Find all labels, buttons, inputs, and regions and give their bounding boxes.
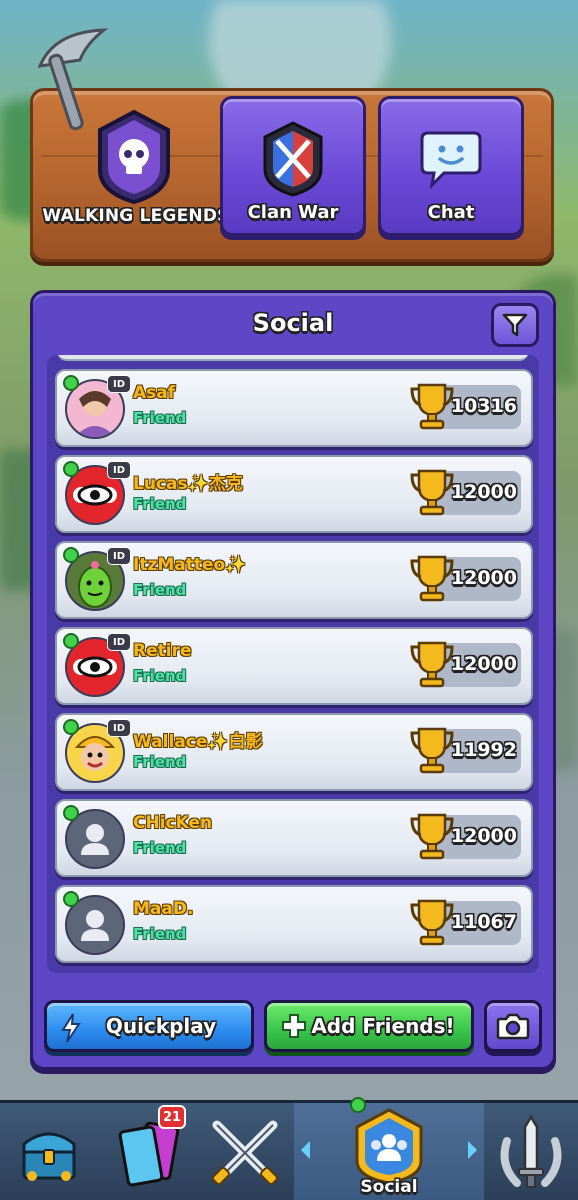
quickplay-label: Quickplay: [105, 1014, 217, 1038]
trophy-icon: [410, 469, 454, 516]
filter-funnel-icon: [502, 313, 528, 337]
trophy-icon: [410, 899, 454, 946]
trophy-count: 12000: [450, 567, 517, 589]
friend-row[interactable]: ID Retire Friend 12000: [55, 627, 533, 705]
add-friends-label: Add Friends!: [311, 1014, 455, 1038]
plus-icon: [282, 1014, 306, 1038]
social-panel: Social ID Asaf Friend 10316 ID Lucas✨杰克 …: [30, 290, 556, 1070]
id-tag: ID: [107, 375, 131, 393]
player-name: Wallace✨白影: [133, 732, 263, 752]
id-tag: ID: [107, 719, 131, 737]
panel-title: Social: [252, 309, 334, 337]
friend-row[interactable]: CHicKen Friend 12000: [55, 799, 533, 877]
trophy-count: 11067: [450, 911, 517, 933]
player-name: CHicKen: [133, 813, 213, 833]
tab-chat-label: Chat: [427, 202, 475, 223]
friend-status: Friend: [133, 581, 187, 599]
id-tag: ID: [107, 461, 131, 479]
online-indicator: [63, 375, 79, 391]
social-people-icon: [355, 1108, 423, 1185]
friend-row[interactable]: ID Lucas✨杰克 Friend 12000: [55, 455, 533, 533]
tab-clan-war[interactable]: Clan War: [220, 96, 366, 236]
nav-social-label: Social: [360, 1177, 418, 1197]
player-name: Asaf: [133, 383, 176, 403]
trophy-icon: [410, 813, 454, 860]
quickplay-button[interactable]: Quickplay: [44, 1000, 254, 1052]
clan-war-icon: [263, 121, 323, 197]
friend-row[interactable]: MaaD. Friend 11067: [55, 885, 533, 963]
nav-events[interactable]: [484, 1103, 578, 1200]
trophy-count: 10316: [450, 395, 517, 417]
trophy-icon: [410, 727, 454, 774]
sword-laurel-icon: [500, 1114, 562, 1188]
trophy-count: 12000: [450, 481, 517, 503]
player-name: ItzMatteo✨: [133, 555, 247, 575]
tab-clan-war-label: Clan War: [247, 202, 339, 223]
lightning-icon: [61, 1013, 81, 1043]
add-friends-button[interactable]: Add Friends!: [264, 1000, 474, 1052]
online-indicator: [350, 1097, 366, 1113]
trophy-icon: [410, 383, 454, 430]
friend-status: Friend: [133, 409, 187, 427]
trophy-icon: [410, 641, 454, 688]
skull-badge-icon: [98, 109, 170, 205]
tab-chat[interactable]: Chat: [378, 96, 524, 236]
nav-shop[interactable]: [0, 1103, 98, 1200]
chat-bubble-icon: [420, 131, 482, 190]
friend-status: Friend: [133, 839, 187, 857]
crossed-swords-icon: [212, 1120, 278, 1185]
online-indicator: [63, 547, 79, 563]
player-name: Retire: [133, 641, 192, 661]
previous-row-edge: [57, 355, 529, 361]
trophy-icon: [410, 555, 454, 602]
friend-status: Friend: [133, 667, 187, 685]
online-indicator: [63, 461, 79, 477]
chevron-left-icon[interactable]: [298, 1139, 314, 1161]
nav-social[interactable]: Social: [294, 1097, 484, 1200]
id-tag: ID: [107, 547, 131, 565]
clan-badge[interactable]: [96, 108, 172, 205]
friend-row[interactable]: ID Wallace✨白影 Friend 11992: [55, 713, 533, 791]
friend-status: Friend: [133, 495, 187, 513]
id-tag: ID: [107, 633, 131, 651]
friends-list[interactable]: ID Asaf Friend 10316 ID Lucas✨杰克 Friend …: [47, 355, 539, 973]
online-indicator: [63, 633, 79, 649]
chevron-right-icon[interactable]: [464, 1139, 480, 1161]
trophy-count: 11992: [450, 739, 517, 761]
friend-row[interactable]: ID ItzMatteo✨ Friend 12000: [55, 541, 533, 619]
friend-status: Friend: [133, 753, 187, 771]
online-indicator: [63, 805, 79, 821]
trophy-count: 12000: [450, 825, 517, 847]
online-indicator: [63, 891, 79, 907]
filter-button[interactable]: [491, 303, 539, 347]
trophy-count: 12000: [450, 653, 517, 675]
camera-icon: [496, 1013, 530, 1040]
online-indicator: [63, 719, 79, 735]
treasure-chest-icon: [22, 1132, 76, 1181]
player-name: Lucas✨杰克: [133, 474, 243, 494]
player-name: MaaD.: [133, 899, 194, 919]
camera-button[interactable]: [484, 1000, 542, 1052]
bottom-nav: 21 Social: [0, 1097, 578, 1200]
friend-row[interactable]: ID Asaf Friend 10316: [55, 369, 533, 447]
nav-battle[interactable]: [196, 1103, 294, 1200]
friend-status: Friend: [133, 925, 187, 943]
clan-name: WALKING LEGENDS: [42, 206, 230, 226]
cards-notification-badge: 21: [158, 1105, 186, 1129]
